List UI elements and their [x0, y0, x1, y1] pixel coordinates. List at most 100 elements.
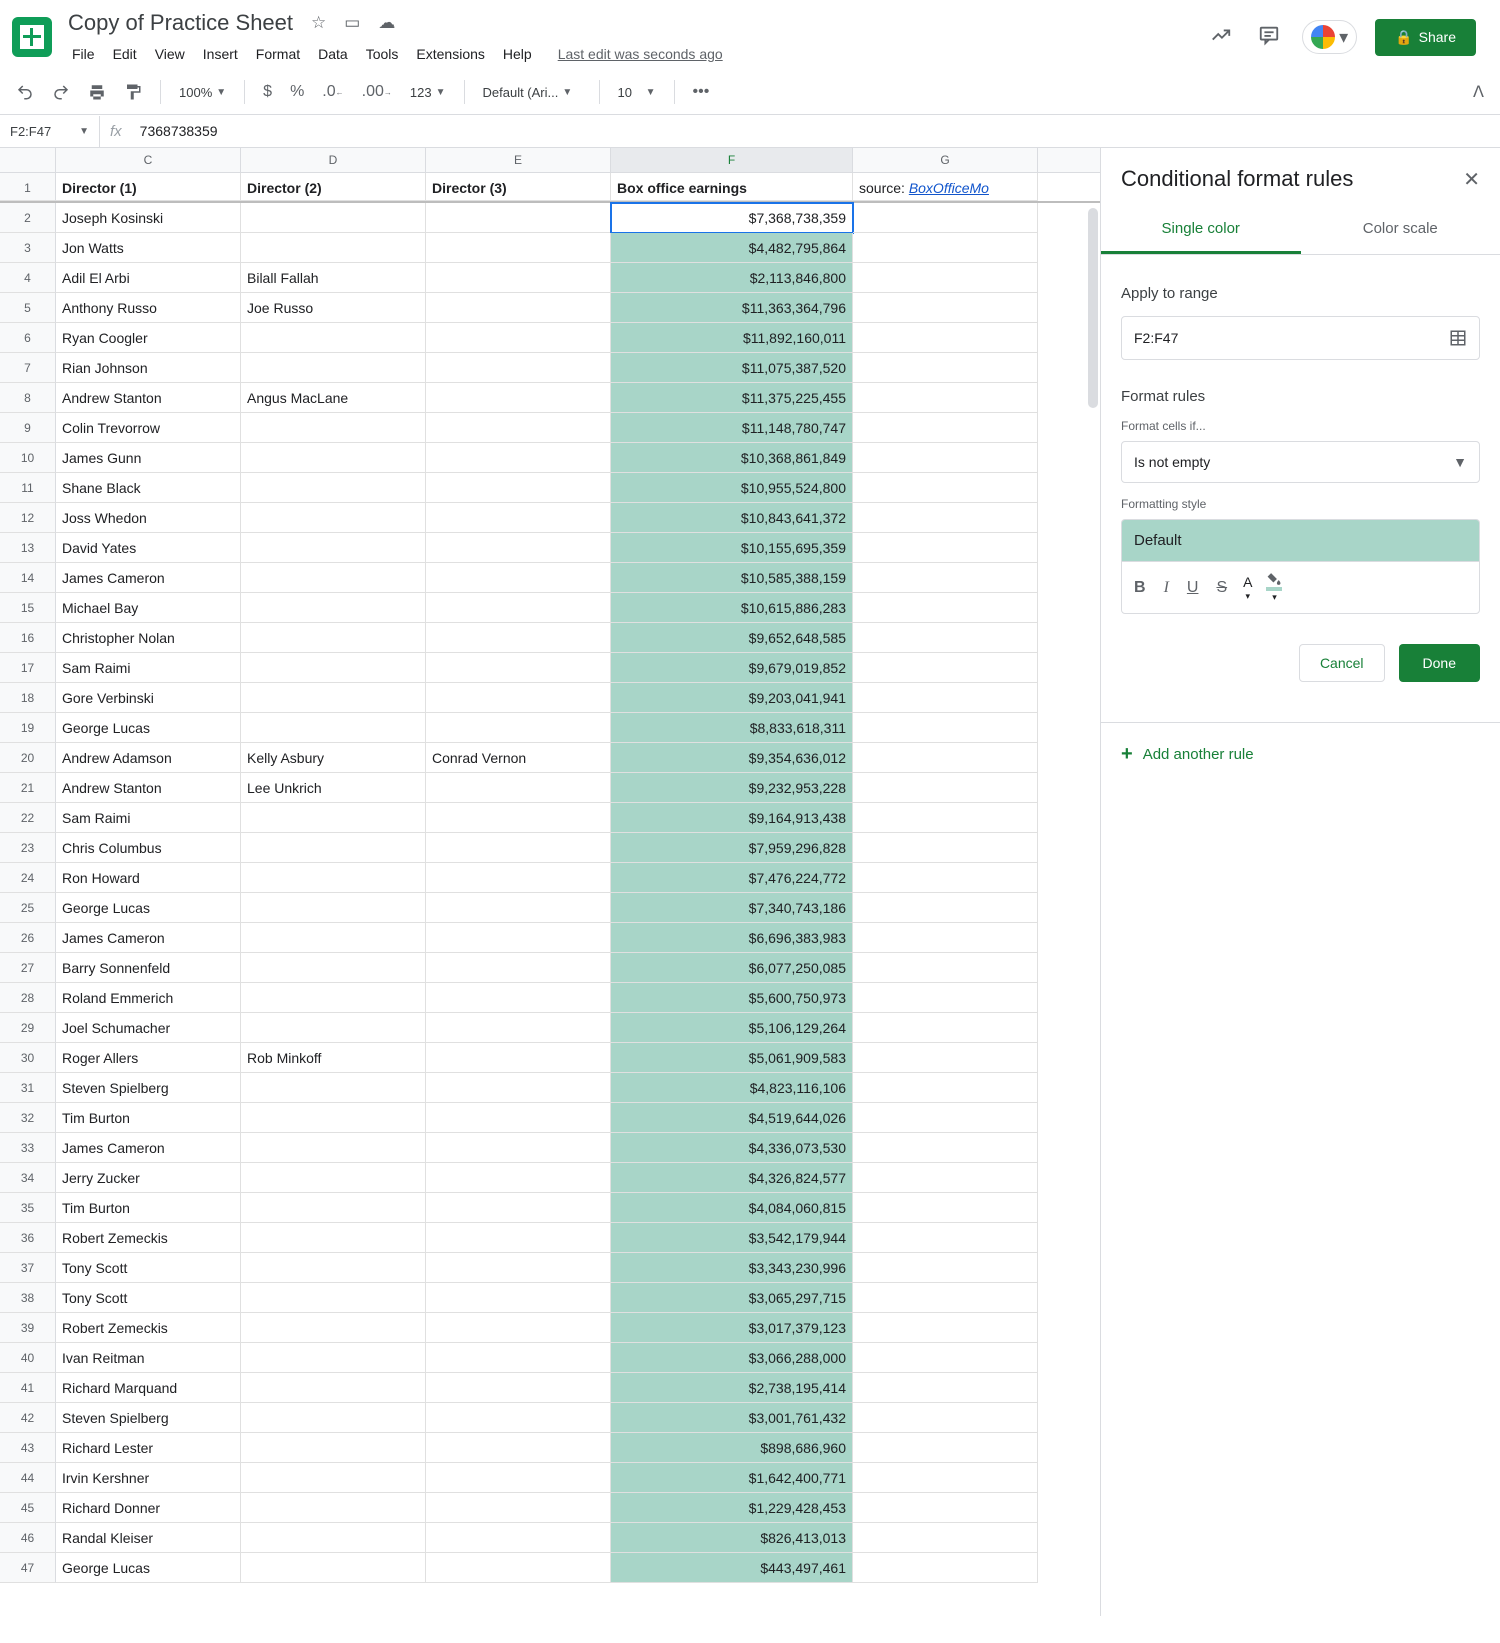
menu-file[interactable]: File — [64, 42, 103, 66]
row-header[interactable]: 6 — [0, 323, 56, 353]
cell[interactable]: Roland Emmerich — [56, 983, 241, 1013]
cell[interactable] — [426, 383, 611, 413]
cell[interactable] — [853, 473, 1038, 503]
cell[interactable]: source: BoxOfficeMo — [853, 173, 1038, 201]
row-header[interactable]: 45 — [0, 1493, 56, 1523]
tab-single-color[interactable]: Single color — [1101, 206, 1301, 254]
cell[interactable] — [426, 593, 611, 623]
cell[interactable]: Chris Columbus — [56, 833, 241, 863]
cell[interactable] — [853, 1553, 1038, 1583]
cell[interactable]: Tim Burton — [56, 1193, 241, 1223]
cell[interactable] — [426, 353, 611, 383]
cell[interactable] — [241, 983, 426, 1013]
menu-insert[interactable]: Insert — [195, 42, 246, 66]
cell[interactable]: $9,203,041,941 — [611, 683, 853, 713]
star-icon[interactable]: ☆ — [307, 9, 330, 37]
cell[interactable]: Richard Marquand — [56, 1373, 241, 1403]
cell[interactable]: Sam Raimi — [56, 803, 241, 833]
row-header[interactable]: 19 — [0, 713, 56, 743]
font-size-select[interactable]: 10▼ — [612, 81, 662, 104]
underline-button[interactable]: U — [1185, 577, 1201, 599]
activity-icon[interactable] — [1206, 20, 1236, 55]
menu-format[interactable]: Format — [248, 42, 308, 66]
cell[interactable] — [853, 1523, 1038, 1553]
row-header[interactable]: 38 — [0, 1283, 56, 1313]
cell[interactable] — [241, 953, 426, 983]
row-header[interactable]: 20 — [0, 743, 56, 773]
cell[interactable] — [241, 713, 426, 743]
row-header[interactable]: 18 — [0, 683, 56, 713]
cell[interactable]: Bilall Fallah — [241, 263, 426, 293]
cell[interactable]: George Lucas — [56, 893, 241, 923]
cell[interactable] — [426, 473, 611, 503]
cell[interactable]: Adil El Arbi — [56, 263, 241, 293]
cell[interactable]: Director (1) — [56, 173, 241, 201]
cell[interactable] — [241, 413, 426, 443]
row-header[interactable]: 24 — [0, 863, 56, 893]
row-header[interactable]: 14 — [0, 563, 56, 593]
cell[interactable] — [426, 653, 611, 683]
cell[interactable]: Rian Johnson — [56, 353, 241, 383]
row-header[interactable]: 28 — [0, 983, 56, 1013]
cell[interactable]: $4,482,795,864 — [611, 233, 853, 263]
cell[interactable]: Andrew Stanton — [56, 773, 241, 803]
cell[interactable]: Tony Scott — [56, 1253, 241, 1283]
cell[interactable]: $1,229,428,453 — [611, 1493, 853, 1523]
cell[interactable] — [241, 1403, 426, 1433]
cell[interactable]: $4,084,060,815 — [611, 1193, 853, 1223]
cell[interactable] — [241, 473, 426, 503]
cell[interactable] — [853, 533, 1038, 563]
cell[interactable] — [241, 1193, 426, 1223]
cell[interactable] — [426, 1463, 611, 1493]
cell[interactable] — [241, 353, 426, 383]
cell[interactable] — [241, 1013, 426, 1043]
cell[interactable]: Christopher Nolan — [56, 623, 241, 653]
row-header[interactable]: 31 — [0, 1073, 56, 1103]
share-button[interactable]: 🔒Share — [1375, 19, 1476, 56]
cell[interactable]: $11,892,160,011 — [611, 323, 853, 353]
row-header[interactable]: 15 — [0, 593, 56, 623]
cell[interactable] — [853, 953, 1038, 983]
cell[interactable] — [853, 863, 1038, 893]
cell[interactable] — [426, 833, 611, 863]
cell[interactable] — [853, 743, 1038, 773]
increase-decimal-icon[interactable]: .00→ — [356, 77, 398, 107]
print-icon[interactable] — [82, 77, 112, 107]
cell[interactable]: Andrew Stanton — [56, 383, 241, 413]
row-header[interactable]: 29 — [0, 1013, 56, 1043]
cell[interactable]: Andrew Adamson — [56, 743, 241, 773]
cell[interactable] — [426, 533, 611, 563]
cell[interactable]: Colin Trevorrow — [56, 413, 241, 443]
cell[interactable] — [853, 1073, 1038, 1103]
cell[interactable]: Barry Sonnenfeld — [56, 953, 241, 983]
cell[interactable]: Shane Black — [56, 473, 241, 503]
cell[interactable] — [853, 1283, 1038, 1313]
row-header[interactable]: 47 — [0, 1553, 56, 1583]
cell[interactable] — [853, 503, 1038, 533]
row-header[interactable]: 22 — [0, 803, 56, 833]
col-header-D[interactable]: D — [241, 148, 426, 172]
cell[interactable] — [241, 503, 426, 533]
cell[interactable] — [426, 1013, 611, 1043]
cell[interactable]: Robert Zemeckis — [56, 1223, 241, 1253]
sheets-logo[interactable] — [12, 17, 52, 57]
cell[interactable] — [426, 773, 611, 803]
spreadsheet-grid[interactable]: C D E F G 1 Director (1) Director (2) Di… — [0, 148, 1100, 1616]
row-header[interactable]: 5 — [0, 293, 56, 323]
cell[interactable]: $4,519,644,026 — [611, 1103, 853, 1133]
cell[interactable]: Lee Unkrich — [241, 773, 426, 803]
redo-icon[interactable] — [46, 77, 76, 107]
cloud-icon[interactable]: ☁ — [374, 9, 399, 37]
condition-select[interactable]: Is not empty▼ — [1121, 441, 1480, 483]
cell[interactable]: $11,363,364,796 — [611, 293, 853, 323]
cell[interactable] — [241, 1283, 426, 1313]
cell[interactable]: Steven Spielberg — [56, 1403, 241, 1433]
cell[interactable]: Joel Schumacher — [56, 1013, 241, 1043]
cell[interactable] — [426, 1433, 611, 1463]
row-header[interactable]: 36 — [0, 1223, 56, 1253]
cell[interactable] — [426, 1373, 611, 1403]
cell[interactable]: Jerry Zucker — [56, 1163, 241, 1193]
cell[interactable] — [853, 1343, 1038, 1373]
undo-icon[interactable] — [10, 77, 40, 107]
cell[interactable] — [426, 1343, 611, 1373]
